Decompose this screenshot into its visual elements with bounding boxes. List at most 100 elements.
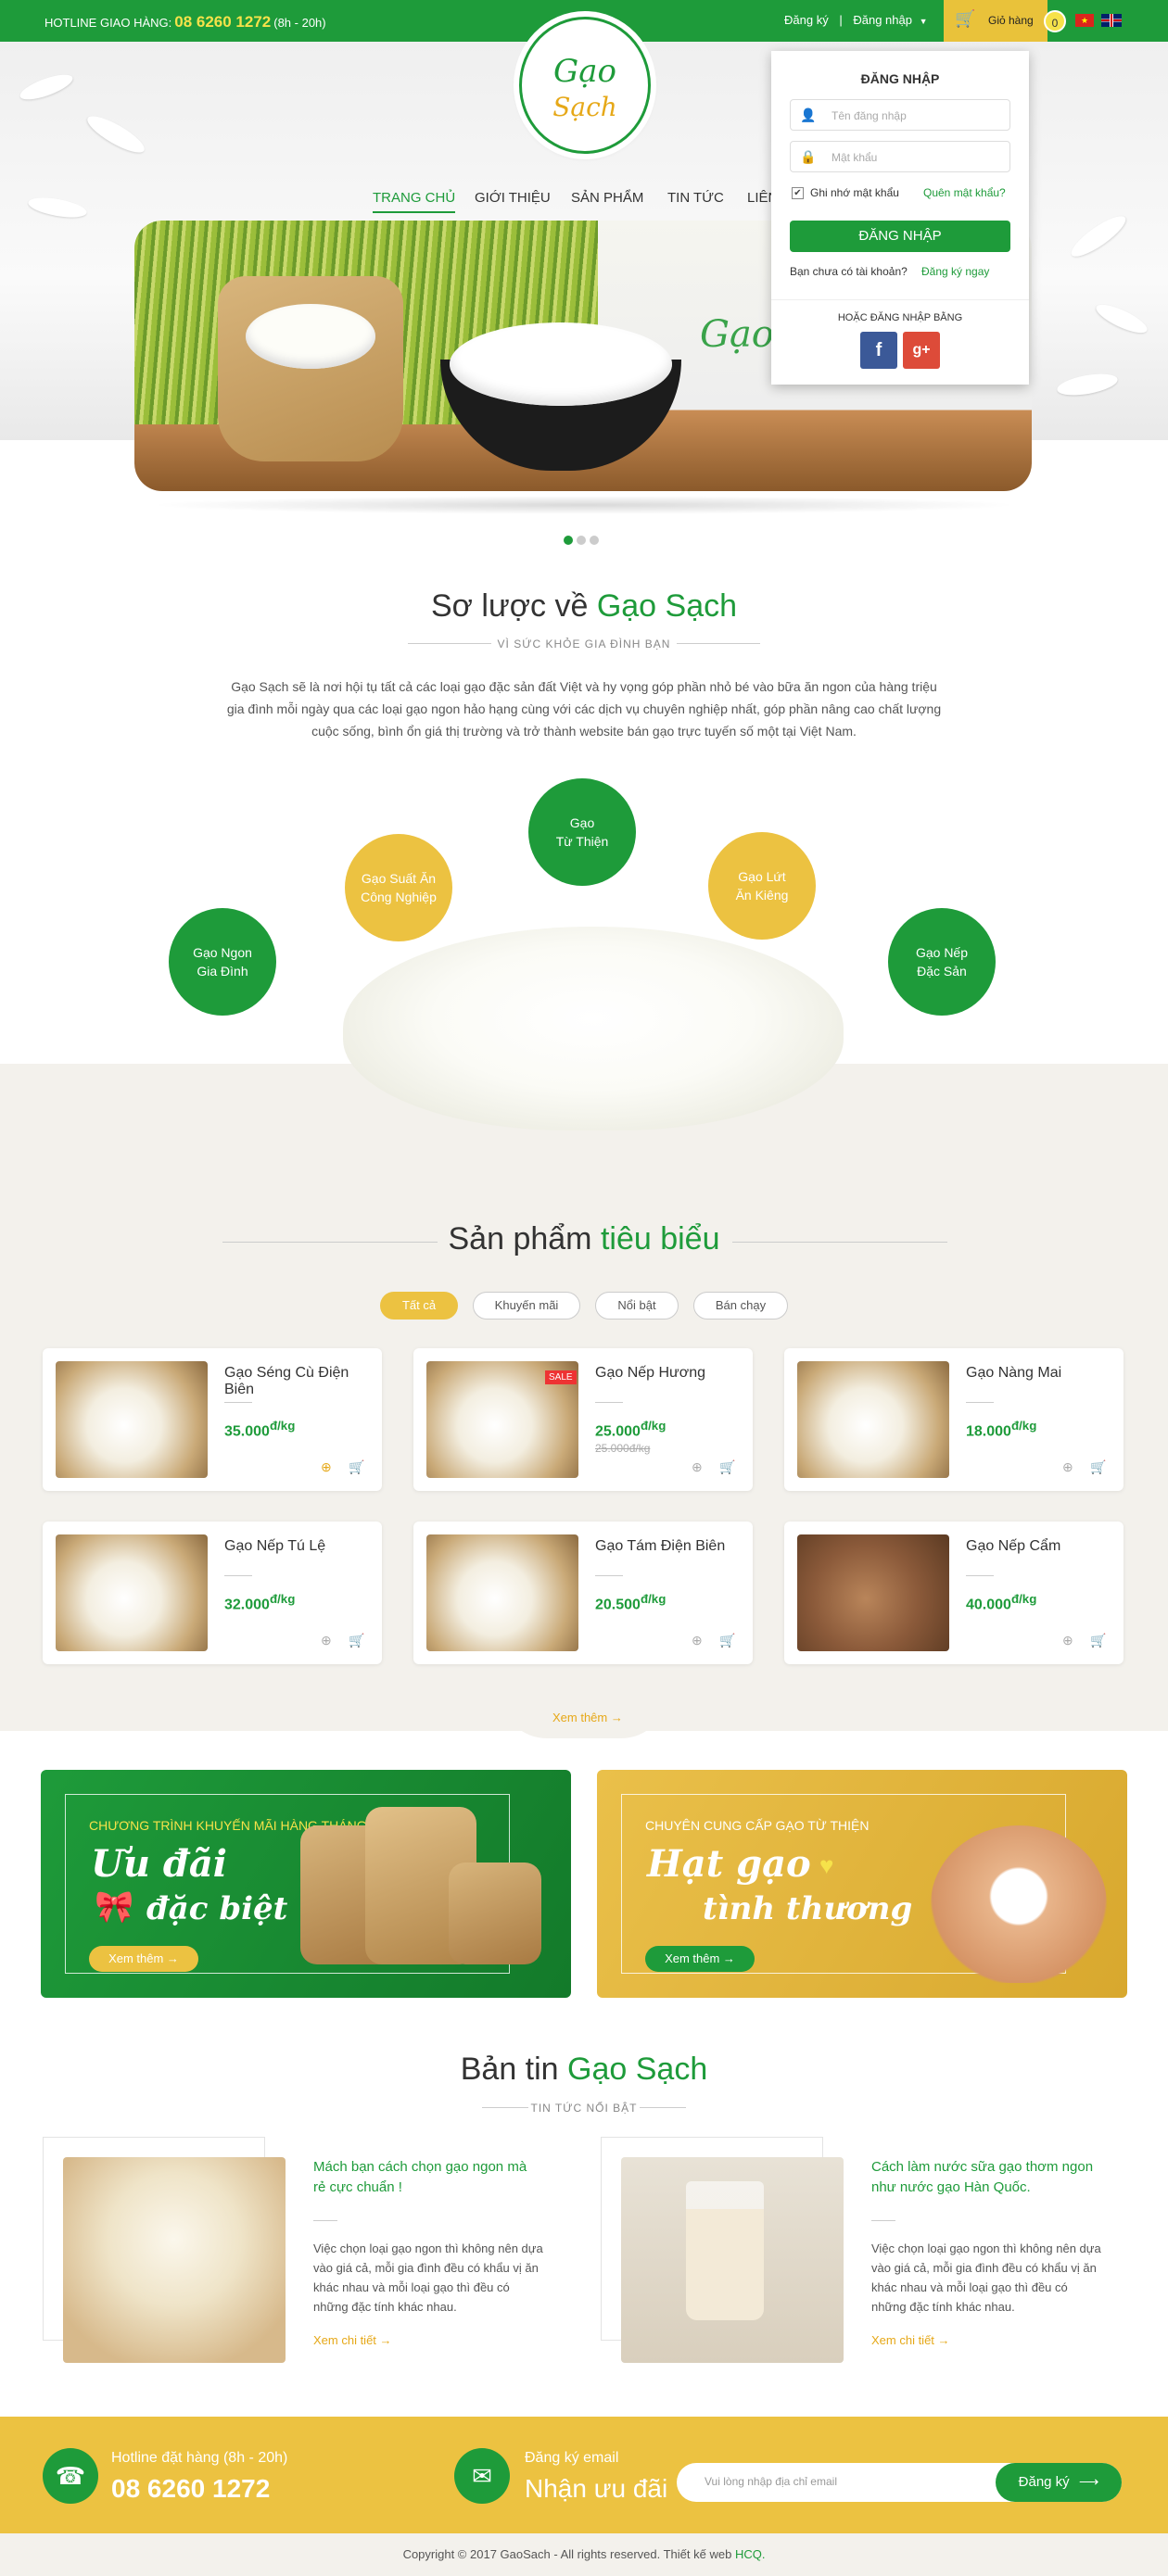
subscribe-button[interactable]: Đăng ký ⟶ [996, 2463, 1122, 2502]
filter-bestseller[interactable]: Bán chạy [693, 1292, 788, 1320]
news-item[interactable]: Cách làm nước sữa gạo thơm ngon như nước… [601, 2137, 1101, 2363]
slider-shadow [148, 496, 1020, 514]
account-links: Đăng ký | Đăng nhập ▼ [784, 13, 928, 27]
cart-count-badge: 0 [1044, 10, 1066, 32]
product-name[interactable]: Gạo Nếp Tú Lệ [224, 1538, 325, 1555]
news-title-link[interactable]: Cách làm nước sữa gạo thơm ngon như nước… [871, 2157, 1094, 2198]
nav-about[interactable]: GIỚI THIỆU [475, 190, 551, 206]
zoom-icon[interactable]: ⊕ [1062, 1633, 1073, 1648]
uk-flag-icon[interactable] [1101, 14, 1122, 27]
nav-home[interactable]: TRANG CHỦ [373, 190, 456, 213]
product-name[interactable]: Gạo Tám Điện Biên [595, 1538, 725, 1555]
forgot-password-link[interactable]: Quên mật khẩu? [923, 186, 1006, 199]
filter-promo[interactable]: Khuyến mãi [473, 1292, 580, 1320]
cart-icon[interactable]: 🛒 [719, 1633, 735, 1648]
product-price: 32.000đ/kg [224, 1592, 296, 1613]
news-read-more[interactable]: Xem chi tiết → [871, 2333, 950, 2347]
category-circle-industrial[interactable]: Gạo Suất Ăn Công Nghiệp [345, 834, 452, 941]
product-card[interactable]: Gạo Séng Cù Điện Biên 35.000đ/kg ⊕ 🛒 [43, 1348, 382, 1491]
news-subtitle: TIN TỨC NỔI BẬT [530, 2102, 638, 2115]
cart-icon[interactable]: 🛒 [1090, 1633, 1106, 1648]
footer-hotline-number[interactable]: 08 6260 1272 [111, 2474, 270, 2504]
rice-sack-image [218, 276, 403, 461]
product-price: 40.000đ/kg [966, 1592, 1037, 1613]
slider-dot-2[interactable] [577, 536, 586, 545]
user-icon: 👤 [800, 107, 817, 122]
google-login-button[interactable]: g+ [903, 332, 940, 369]
product-name[interactable]: Gạo Nàng Mai [966, 1365, 1061, 1382]
zoom-icon[interactable]: ⊕ [692, 1459, 703, 1475]
filter-featured[interactable]: Nổi bật [595, 1292, 679, 1320]
product-name[interactable]: Gạo Nếp Hương [595, 1365, 705, 1382]
cart-label: Giỏ hàng [988, 14, 1034, 27]
product-price: 20.500đ/kg [595, 1592, 667, 1613]
username-input[interactable]: 👤 Tên đăng nhập [790, 99, 1010, 131]
about-title: Sơ lược về Gạo Sạch [430, 588, 738, 624]
footer-bar: ☎ Hotline đặt hàng (8h - 20h) 08 6260 12… [0, 2417, 1168, 2533]
product-image[interactable] [56, 1361, 208, 1478]
product-card[interactable]: Gạo Nếp Cẩm 40.000đ/kg ⊕ 🛒 [784, 1522, 1124, 1664]
slider-dot-1[interactable] [564, 536, 573, 545]
promo-banner[interactable]: CHƯƠNG TRÌNH KHUYẾN MÃI HÀNG THÁNG Ưu đã… [41, 1770, 571, 1998]
slider-dot-3[interactable] [590, 536, 599, 545]
ribbon-icon: 🎀 [95, 1889, 134, 1925]
zoom-icon[interactable]: ⊕ [321, 1459, 332, 1475]
zoom-icon[interactable]: ⊕ [321, 1633, 332, 1648]
zoom-icon[interactable]: ⊕ [1062, 1459, 1073, 1475]
category-circle-charity[interactable]: Gạo Từ Thiện [528, 778, 636, 886]
cart-icon[interactable]: 🛒 [719, 1459, 735, 1475]
nav-products[interactable]: SẢN PHẨM [571, 190, 643, 206]
nav-news[interactable]: TIN TỨC [667, 190, 724, 206]
product-card[interactable]: Gạo Nàng Mai 18.000đ/kg ⊕ 🛒 [784, 1348, 1124, 1491]
slider-dots [564, 533, 603, 549]
product-image[interactable] [797, 1534, 949, 1651]
product-card[interactable]: SALE Gạo Nếp Hương 25.000đ/kg 25.000đ/kg… [413, 1348, 753, 1491]
cart-icon[interactable]: 🛒 [349, 1633, 364, 1648]
charity-banner[interactable]: CHUYÊN CUNG CẤP GẠO TỪ THIỆN Hạt gạo ♥ t… [597, 1770, 1127, 1998]
product-name[interactable]: Gạo Nếp Cẩm [966, 1538, 1060, 1555]
category-circle-family[interactable]: Gạo Ngon Gia Đình [169, 908, 276, 1016]
login-link[interactable]: Đăng nhập [853, 13, 912, 27]
cart-icon[interactable]: 🛒 [349, 1459, 364, 1475]
product-image[interactable] [56, 1534, 208, 1651]
news-item[interactable]: Mách bạn cách chọn gạo ngon mà rẻ cực ch… [43, 2137, 543, 2363]
site-logo[interactable]: Gạo Sạch [519, 17, 651, 154]
product-card[interactable]: Gạo Nếp Tú Lệ 32.000đ/kg ⊕ 🛒 [43, 1522, 382, 1664]
news-title-link[interactable]: Mách bạn cách chọn gạo ngon mà rẻ cực ch… [313, 2157, 536, 2198]
banner-more-button[interactable]: Xem thêm → [89, 1946, 198, 1972]
product-image[interactable] [797, 1361, 949, 1478]
category-circle-sticky[interactable]: Gạo Nếp Đặc Sản [888, 908, 996, 1016]
banner-headline-2: đặc biệt [146, 1890, 288, 1927]
milk-glass-image [686, 2181, 764, 2320]
or-login-with: HOẶC ĐĂNG NHẬP BẰNG [837, 312, 963, 323]
arrow-right-icon: ⟶ [1078, 2474, 1099, 2490]
category-circle-diet[interactable]: Gạo Lứt Ăn Kiêng [708, 832, 816, 940]
remember-label: Ghi nhớ mật khẩu [810, 186, 899, 199]
login-title: ĐĂNG NHẬP [860, 71, 940, 86]
news-image[interactable] [63, 2157, 286, 2363]
product-name[interactable]: Gạo Séng Cù Điện Biên [224, 1365, 382, 1398]
zoom-icon[interactable]: ⊕ [692, 1633, 703, 1648]
news-description: Việc chọn loại gạo ngon thì không nên dự… [871, 2241, 1101, 2314]
hotline-number[interactable]: 08 6260 1272 [174, 13, 271, 31]
designer-link[interactable]: HCQ. [735, 2547, 766, 2561]
email-placeholder: Vui lòng nhập địa chỉ email [705, 2475, 837, 2488]
register-now-link[interactable]: Đăng ký ngay [921, 265, 989, 278]
news-read-more[interactable]: Xem chi tiết → [313, 2333, 392, 2347]
filter-all[interactable]: Tất cả [380, 1292, 458, 1320]
lock-icon: 🔒 [800, 149, 817, 164]
banner-more-button[interactable]: Xem thêm → [645, 1946, 755, 1972]
cart-icon[interactable]: 🛒 [1090, 1459, 1106, 1475]
facebook-login-button[interactable]: f [860, 332, 897, 369]
see-more-link[interactable]: Xem thêm → [552, 1711, 623, 1724]
vietnam-flag-icon[interactable]: ★ [1075, 14, 1094, 27]
login-submit-button[interactable]: ĐĂNG NHẬP [790, 221, 1010, 252]
remember-checkbox[interactable]: ✔ [792, 187, 804, 199]
logo-line-2: Sạch [552, 92, 617, 122]
product-card[interactable]: Gạo Tám Điện Biên 20.500đ/kg ⊕ 🛒 [413, 1522, 753, 1664]
product-image[interactable] [426, 1534, 578, 1651]
cart-button[interactable]: 🛒 Giỏ hàng [944, 0, 1047, 42]
hotline-hours: (8h - 20h) [273, 16, 326, 30]
password-input[interactable]: 🔒 Mật khẩu [790, 141, 1010, 172]
register-link[interactable]: Đăng ký [784, 13, 829, 27]
